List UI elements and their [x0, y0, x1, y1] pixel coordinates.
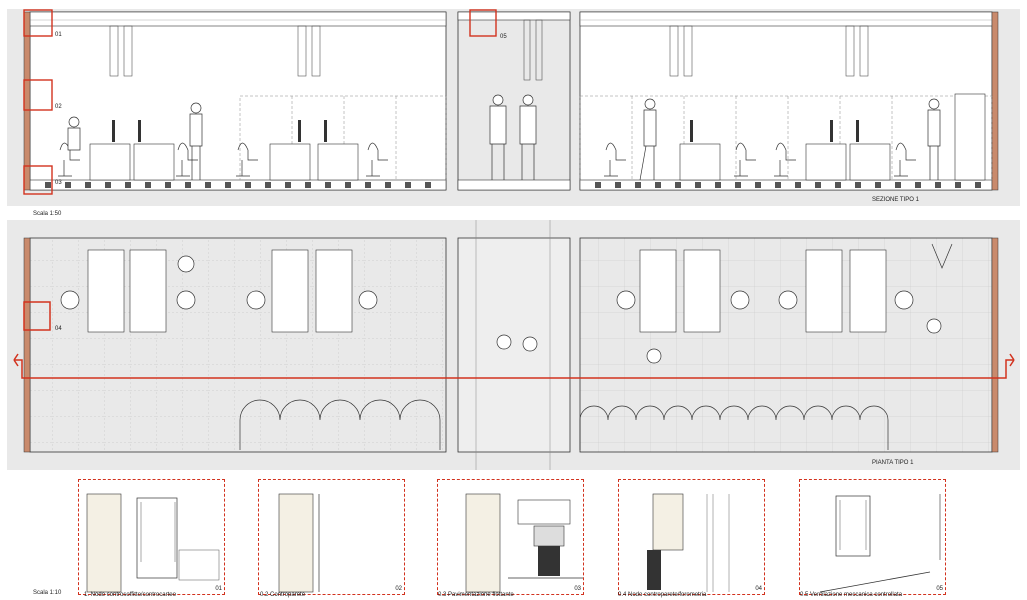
- detail-05-drawing: [819, 494, 941, 593]
- detail-05: 05: [799, 479, 946, 595]
- detail-02-num: 02: [395, 586, 402, 592]
- detail-03-drawing: [465, 493, 583, 593]
- detail-01: 01: [78, 479, 225, 595]
- detail-03-num: 03: [574, 586, 581, 592]
- detail-04-drawing: [647, 493, 730, 592]
- detail-03-caption: 0.3 Pavimentazione flottante: [438, 592, 514, 598]
- plan-marker-04: 04: [55, 326, 62, 332]
- detail-04-num: 04: [755, 586, 762, 592]
- detail-01-caption: 1. Nodo controsoffitto/controcarteo: [84, 592, 176, 598]
- detail-04: 04: [618, 479, 765, 595]
- detail-05-caption: 0.5 Ventilazione meccanica controllata: [800, 592, 903, 598]
- detail-01-drawing: [86, 493, 220, 593]
- plan-drawing: [13, 220, 1015, 470]
- plan-title: PIANTA TIPO 1: [872, 460, 914, 466]
- detail-01-num: 01: [215, 586, 222, 592]
- details-scale: Scala 1:10: [33, 590, 62, 596]
- detail-04-caption: 0.4 Nodo controparete/forometria: [618, 592, 707, 598]
- detail-02-drawing: [278, 493, 320, 593]
- detail-03: 03: [437, 479, 584, 595]
- detail-02: 02: [258, 479, 405, 595]
- detail-02-caption: 0.2 Controparete: [260, 592, 306, 598]
- detail-05-num: 05: [936, 586, 943, 592]
